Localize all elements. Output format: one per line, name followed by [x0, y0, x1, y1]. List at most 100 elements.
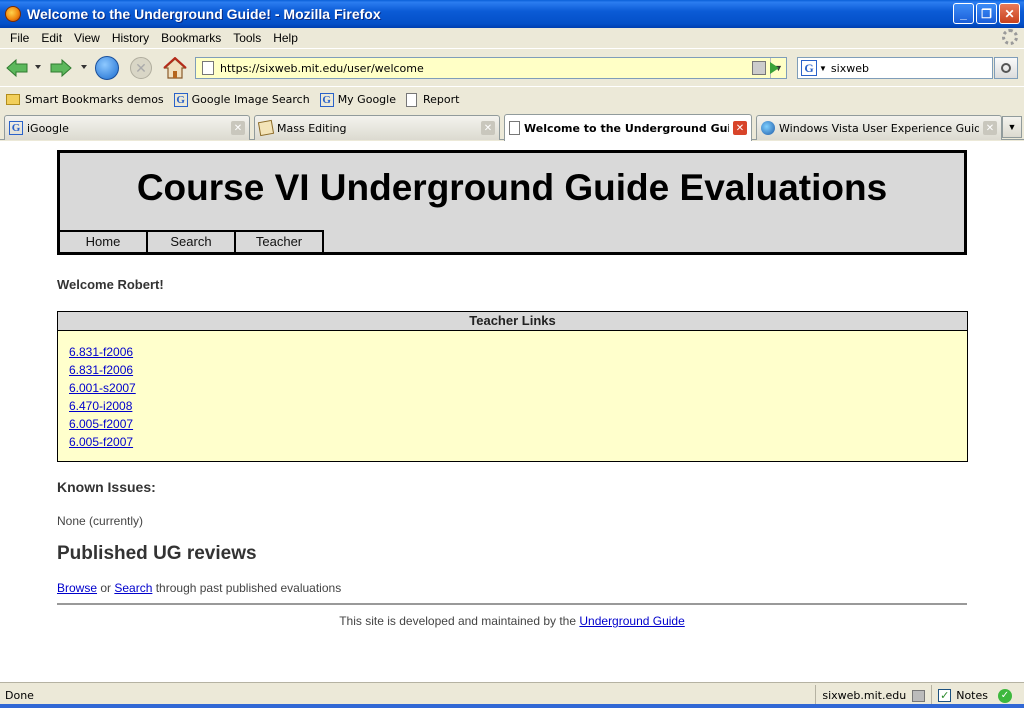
window-controls: _ ❐ ✕: [953, 3, 1020, 24]
search-engine-icon[interactable]: G: [801, 60, 817, 76]
go-icon: [769, 62, 779, 74]
underground-guide-link[interactable]: Underground Guide: [579, 614, 684, 628]
search-input[interactable]: [830, 61, 981, 75]
teacher-links-panel: Teacher Links 6.831-f2006 6.831-f2006 6.…: [57, 311, 968, 462]
site-nav-home[interactable]: Home: [60, 230, 148, 252]
menu-history[interactable]: History: [106, 31, 155, 45]
teacher-link[interactable]: 6.005-f2007: [69, 435, 133, 449]
tab-label: Welcome to the Underground Gui...: [524, 121, 729, 135]
page-icon: [202, 61, 214, 75]
tab-mass-editing[interactable]: Mass Editing ✕: [254, 115, 500, 140]
close-tab-icon[interactable]: ✕: [481, 121, 495, 135]
google-icon: G: [173, 92, 188, 107]
bookmark-report[interactable]: Report: [405, 92, 460, 107]
throbber-icon: [1002, 29, 1018, 45]
menu-help[interactable]: Help: [267, 31, 304, 45]
published-suffix: through past published evaluations: [152, 581, 342, 595]
teacher-link[interactable]: 6.005-f2007: [69, 417, 133, 431]
published-reviews-text: Browse or Search through past published …: [57, 581, 341, 595]
divider: [57, 603, 967, 605]
bookmark-google-image-search[interactable]: G Google Image Search: [173, 92, 310, 107]
footer-text: This site is developed and maintained by…: [339, 614, 580, 628]
firefox-logo-icon: [5, 6, 21, 22]
back-history-dropdown[interactable]: [35, 65, 41, 69]
search-link[interactable]: Search: [114, 581, 152, 595]
page-icon: [405, 92, 417, 107]
forward-icon[interactable]: [50, 58, 72, 78]
list-item: 6.001-s2007: [69, 379, 967, 397]
home-icon[interactable]: [163, 57, 187, 79]
folder-icon: [6, 94, 20, 105]
bookmark-label: My Google: [337, 93, 396, 106]
site-nav-search[interactable]: Search: [148, 230, 236, 252]
bookmarks-toolbar: Smart Bookmarks demos G Google Image Sea…: [0, 86, 1024, 112]
site-title: Course VI Underground Guide Evaluations: [136, 167, 888, 208]
tab-igoogle[interactable]: G iGoogle ✕: [4, 115, 250, 140]
search-bar: G ▼: [797, 57, 993, 79]
footer: This site is developed and maintained by…: [57, 614, 967, 628]
bookmark-label: Google Image Search: [191, 93, 310, 106]
tab-list-button[interactable]: ▼: [1002, 116, 1022, 138]
known-issues-text: None (currently): [57, 514, 144, 528]
tab-underground-guide[interactable]: Welcome to the Underground Gui... ✕: [504, 114, 752, 141]
google-icon: G: [319, 92, 334, 107]
bookmark-label: Smart Bookmarks demos: [25, 93, 164, 106]
menu-tools[interactable]: Tools: [227, 31, 267, 45]
close-window-button[interactable]: ✕: [999, 3, 1020, 24]
close-tab-icon[interactable]: ✕: [983, 121, 997, 135]
lock-icon: [912, 689, 926, 702]
list-item: 6.831-f2006: [69, 361, 967, 379]
vista-icon: [761, 121, 775, 135]
menu-view[interactable]: View: [68, 31, 106, 45]
published-reviews-heading: Published UG reviews: [57, 543, 257, 564]
menu-edit[interactable]: Edit: [35, 31, 68, 45]
bookmark-smart-bookmarks[interactable]: Smart Bookmarks demos: [6, 93, 164, 106]
window-title: Welcome to the Underground Guide! - Mozi…: [27, 6, 381, 22]
teacher-link[interactable]: 6.001-s2007: [69, 381, 136, 395]
or-text: or: [97, 581, 115, 595]
menu-bar: File Edit View History Bookmarks Tools H…: [0, 28, 1024, 48]
close-tab-icon[interactable]: ✕: [231, 121, 245, 135]
navigation-toolbar: ✕ https://sixweb.mit.edu/user/welcome ▼ …: [0, 48, 1024, 86]
page-icon: [509, 121, 520, 135]
menu-file[interactable]: File: [4, 31, 35, 45]
stop-icon[interactable]: ✕: [130, 57, 152, 79]
back-icon[interactable]: [6, 58, 28, 78]
teacher-links-list: 6.831-f2006 6.831-f2006 6.001-s2007 6.47…: [58, 331, 967, 451]
tab-label: Mass Editing: [277, 121, 347, 135]
tab-strip: G iGoogle ✕ Mass Editing ✕ Welcome to th…: [0, 112, 1024, 141]
url-text[interactable]: https://sixweb.mit.edu/user/welcome: [220, 62, 752, 75]
site-nav: Home Search Teacher: [60, 230, 324, 252]
close-tab-icon[interactable]: ✕: [733, 121, 747, 135]
reload-icon[interactable]: [95, 56, 119, 80]
search-button[interactable]: [994, 57, 1018, 79]
url-bar[interactable]: https://sixweb.mit.edu/user/welcome ▼: [195, 57, 787, 79]
teacher-link[interactable]: 6.470-i2008: [69, 399, 132, 413]
minimize-button[interactable]: _: [953, 3, 974, 24]
status-domain: sixweb.mit.edu: [822, 689, 907, 702]
google-icon: G: [9, 121, 23, 135]
list-item: 6.005-f2007: [69, 433, 967, 451]
go-button[interactable]: [764, 59, 784, 77]
list-item: 6.005-f2007: [69, 415, 967, 433]
tab-label: iGoogle: [27, 121, 69, 135]
menu-bookmarks[interactable]: Bookmarks: [155, 31, 227, 45]
bookmark-my-google[interactable]: G My Google: [319, 92, 396, 107]
site-nav-teacher[interactable]: Teacher: [236, 230, 324, 252]
window-titlebar[interactable]: Welcome to the Underground Guide! - Mozi…: [0, 0, 1024, 28]
page-content: Course VI Underground Guide Evaluations …: [0, 141, 1024, 682]
welcome-message: Welcome Robert!: [57, 277, 164, 292]
bookmark-label: Report: [422, 93, 460, 106]
status-text: Done: [5, 689, 34, 702]
restore-button[interactable]: ❐: [976, 3, 997, 24]
search-engine-dropdown[interactable]: ▼: [819, 64, 827, 73]
tab-label: Windows Vista User Experience Guideli...: [779, 121, 979, 135]
teacher-link[interactable]: 6.831-f2006: [69, 363, 133, 377]
browse-link[interactable]: Browse: [57, 581, 97, 595]
status-ok-icon: ✓: [998, 688, 1012, 703]
teacher-link[interactable]: 6.831-f2006: [69, 345, 133, 359]
search-icon: [1001, 63, 1011, 73]
forward-history-dropdown[interactable]: [81, 65, 87, 69]
tab-windows-vista[interactable]: Windows Vista User Experience Guideli...…: [756, 115, 1002, 140]
notes-checkbox-icon[interactable]: ✓: [938, 689, 952, 702]
